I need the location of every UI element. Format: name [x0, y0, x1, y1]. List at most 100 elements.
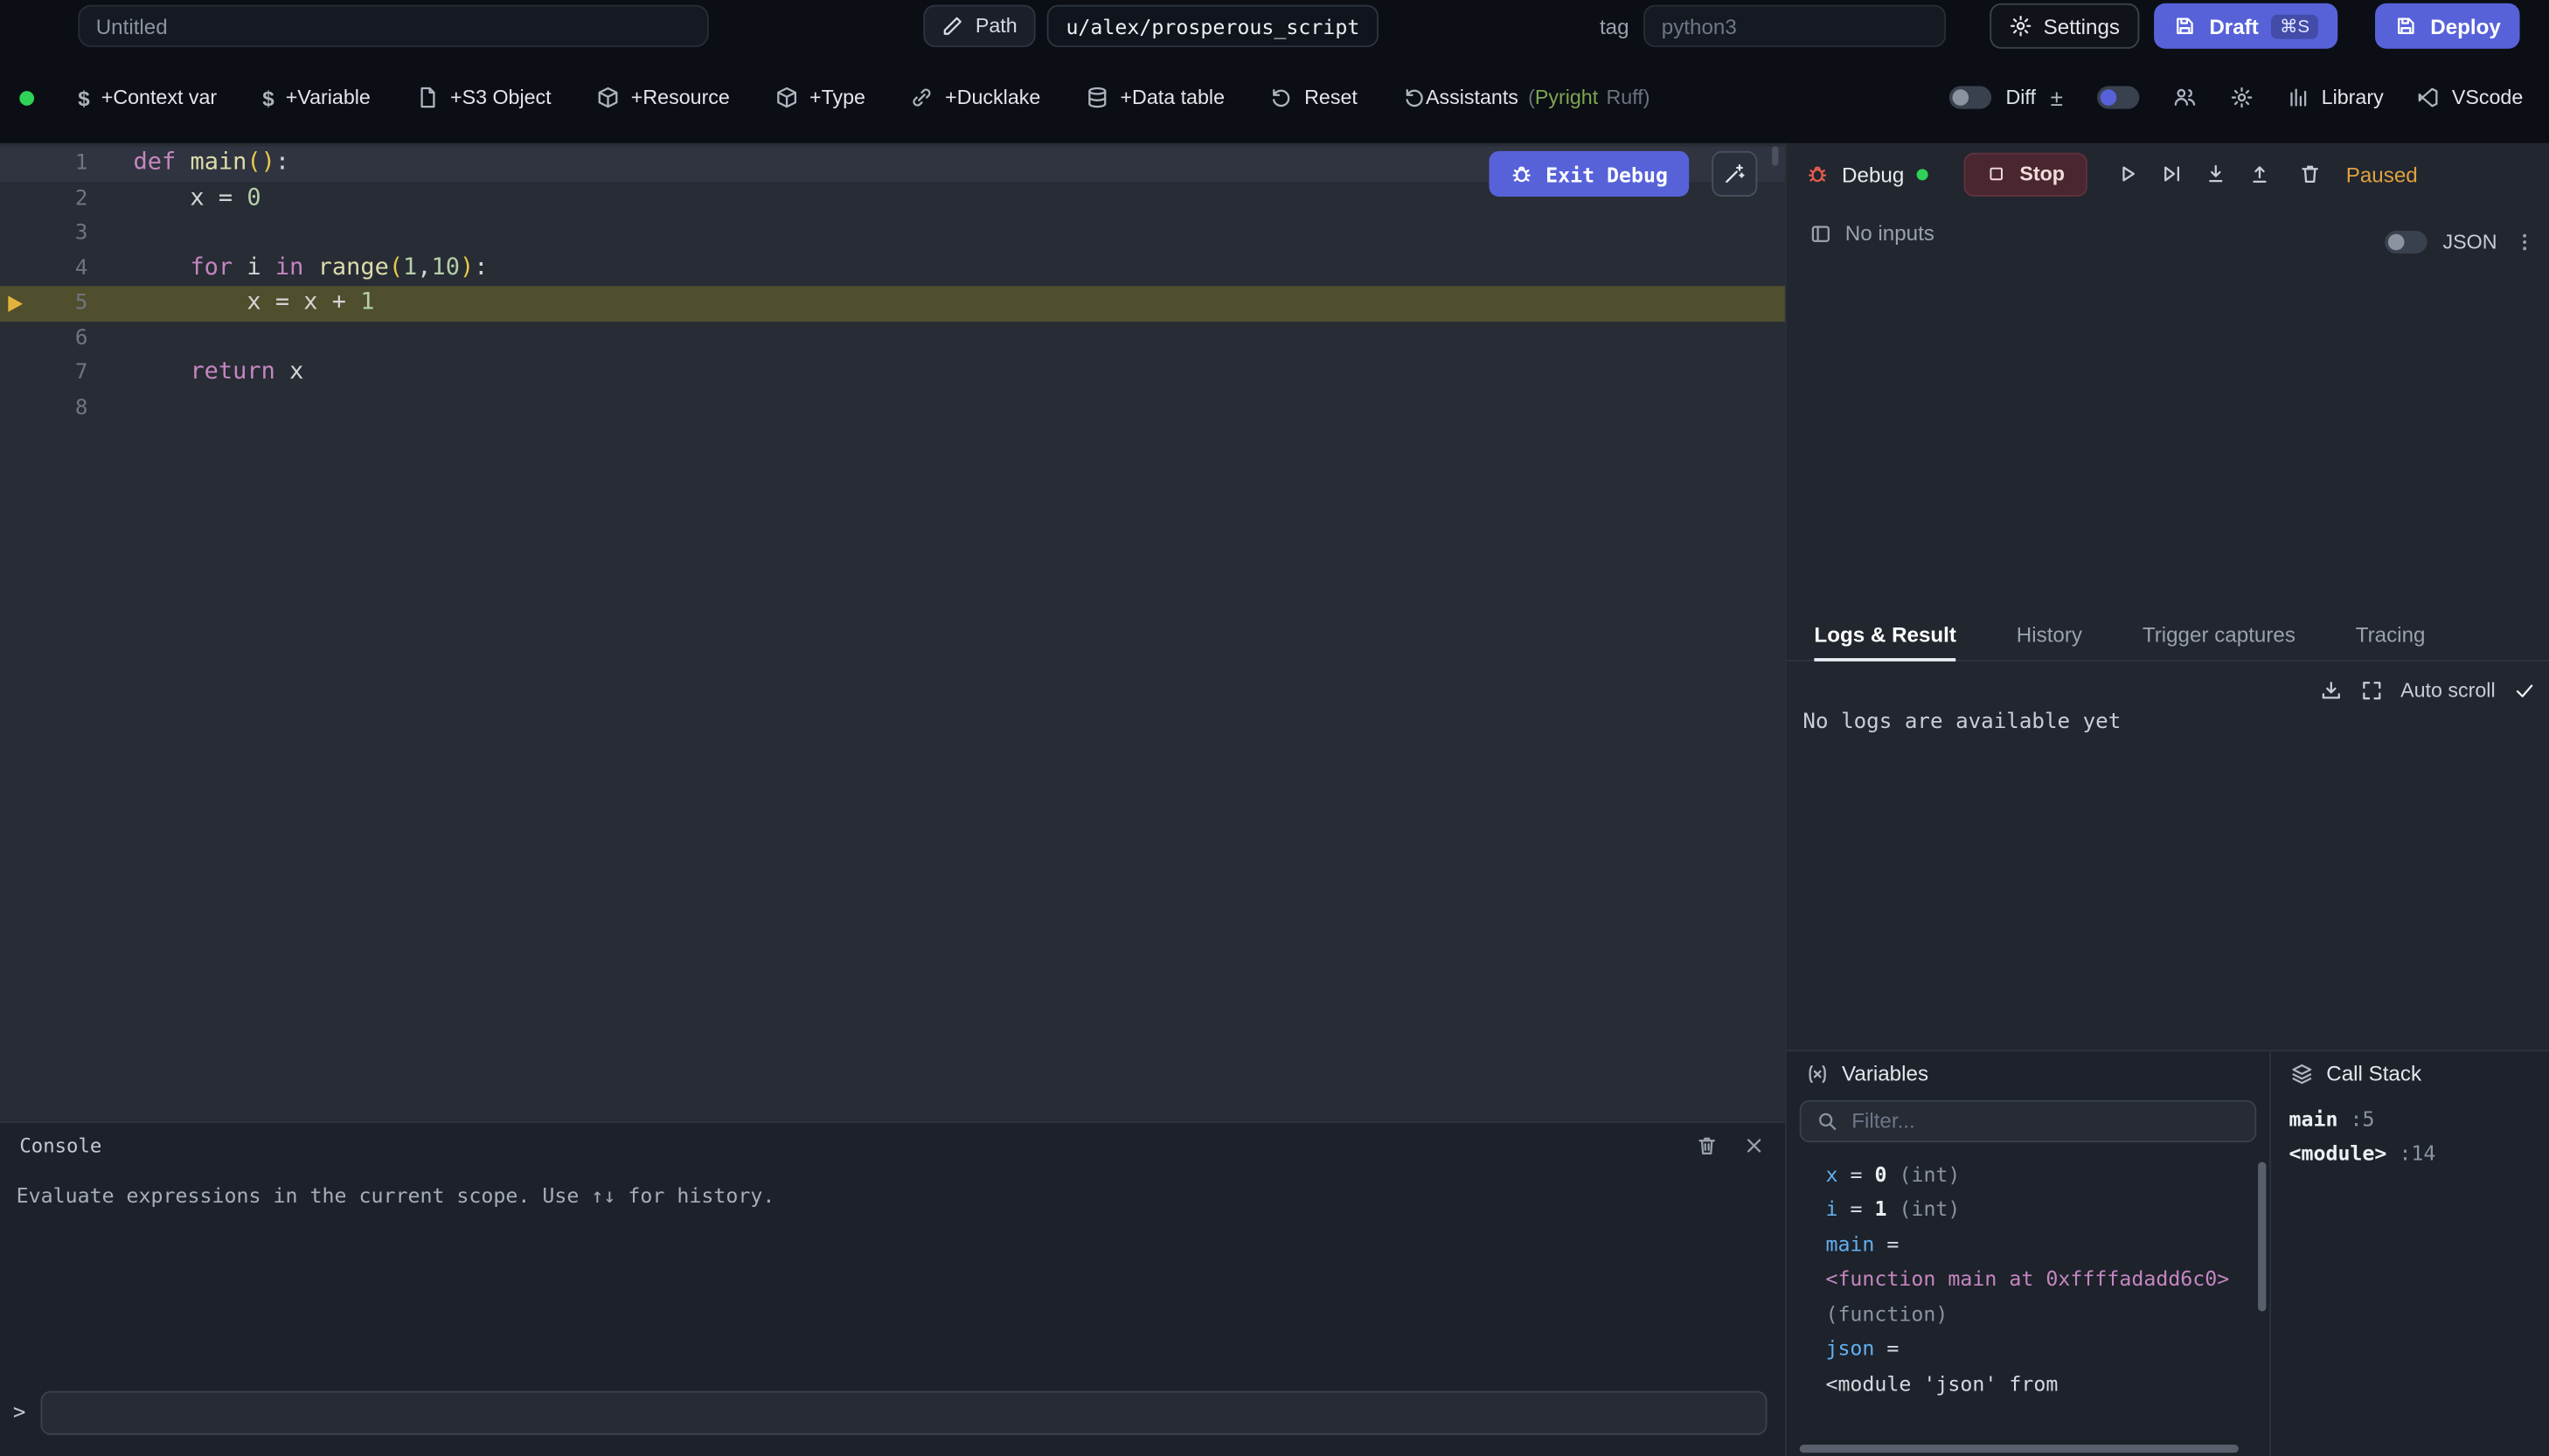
call-stack-header: Call Stack: [2271, 1050, 2549, 1096]
add-ducklake-button[interactable]: +Ducklake: [911, 87, 1040, 109]
settings-gear-button[interactable]: [2231, 87, 2254, 109]
line-number[interactable]: 6: [0, 321, 87, 356]
continue-button[interactable]: [2117, 163, 2140, 185]
add-context-var-button[interactable]: $ +Context var: [78, 86, 217, 110]
assistants-button[interactable]: Assistants (PyrightRuff): [1403, 87, 1650, 109]
tab-history[interactable]: History: [2017, 610, 2082, 659]
call-stack-frame[interactable]: <module> :14: [2289, 1136, 2549, 1171]
expand-icon: [2360, 678, 2383, 701]
console-close-button[interactable]: [1743, 1134, 1766, 1157]
ai-wand-button[interactable]: [1712, 151, 1757, 197]
variables-filter-input[interactable]: [1851, 1108, 2240, 1133]
call-stack-frame[interactable]: main :5: [2289, 1101, 2549, 1136]
tag-input[interactable]: [1643, 5, 1946, 47]
code-line[interactable]: 7 return x: [0, 356, 1785, 391]
line-number[interactable]: 4: [0, 251, 87, 286]
code-line[interactable]: 8: [0, 391, 1785, 426]
path-button[interactable]: Path: [923, 5, 1035, 47]
editor-toolbar: $ +Context var $ +Variable +S3 Object +R…: [0, 52, 2549, 143]
diff-toggle[interactable]: [1948, 87, 1990, 109]
editor-scrollbar[interactable]: [1772, 146, 1778, 165]
variable-row[interactable]: <function main at 0xffffadadd6c0>: [1825, 1261, 2269, 1296]
code-line[interactable]: 6: [0, 321, 1785, 356]
json-toggle[interactable]: [2385, 231, 2427, 253]
add-s3-object-button[interactable]: +S3 Object: [416, 87, 552, 109]
line-number[interactable]: 8: [0, 391, 87, 426]
execution-pointer-icon: [8, 295, 23, 312]
line-number[interactable]: 2: [0, 181, 87, 216]
logs-panel: Auto scroll No logs are available yet: [1787, 661, 2549, 1050]
script-name-input[interactable]: [78, 5, 709, 47]
pencil-icon: [941, 15, 964, 38]
download-logs-button[interactable]: [2319, 678, 2342, 701]
variables-title: Variables: [1842, 1061, 1928, 1085]
add-data-table-button[interactable]: +Data table: [1086, 87, 1225, 109]
debug-transport: [2117, 163, 2272, 185]
reset-icon: [1270, 87, 1293, 109]
gear-icon: [2231, 87, 2254, 109]
library-button[interactable]: Library: [2288, 87, 2384, 109]
console-panel: Console Evaluate expressions in the curr…: [0, 1121, 1785, 1456]
layers-icon: [2290, 1062, 2313, 1085]
topbar: Path u/alex/prosperous_script tag Settin…: [0, 0, 2549, 52]
code-text: [87, 321, 133, 356]
debug-panel: Debug Stop Paused: [1787, 143, 2549, 1456]
reset-button[interactable]: Reset: [1270, 87, 1358, 109]
gear-icon: [2010, 15, 2032, 38]
users-icon: [2173, 87, 2196, 109]
vertical-scrollbar[interactable]: [2258, 1161, 2266, 1311]
code-editor[interactable]: 1def main():2 x = 034 for i in range(1,1…: [0, 143, 1785, 1121]
debug-clear-button[interactable]: [2299, 163, 2322, 185]
vscode-button[interactable]: VScode: [2418, 87, 2523, 109]
deploy-button[interactable]: Deploy: [2375, 3, 2520, 49]
more-options-button[interactable]: [2513, 231, 2536, 253]
stop-button[interactable]: Stop: [1964, 152, 2087, 196]
path-value[interactable]: u/alex/prosperous_script: [1046, 5, 1379, 47]
exit-debug-button[interactable]: Exit Debug: [1489, 151, 1689, 197]
step-into-button[interactable]: [2205, 163, 2227, 185]
horizontal-scrollbar[interactable]: [1800, 1445, 2239, 1453]
settings-button[interactable]: Settings: [1990, 3, 2139, 49]
toolbar-right: Diff ± Library VScode: [1948, 85, 2523, 111]
variable-row[interactable]: json =: [1825, 1331, 2269, 1366]
tab-tracing[interactable]: Tracing: [2356, 610, 2426, 659]
draft-button[interactable]: Draft ⌘S: [2154, 3, 2337, 49]
code-line[interactable]: 5 x = x + 1: [0, 286, 1785, 321]
variable-row[interactable]: (function): [1825, 1296, 2269, 1331]
multiplayer-toggle[interactable]: [2097, 87, 2139, 109]
users-button[interactable]: [2173, 87, 2196, 109]
line-number[interactable]: 3: [0, 216, 87, 251]
add-s3-object-label: +S3 Object: [450, 87, 552, 109]
add-resource-button[interactable]: +Resource: [597, 87, 730, 109]
step-out-button[interactable]: [2248, 163, 2271, 185]
tab-trigger-captures[interactable]: Trigger captures: [2143, 610, 2295, 659]
reset-label: Reset: [1304, 87, 1358, 109]
tag-group: tag: [1600, 5, 1946, 47]
variable-row[interactable]: i = 1 (int): [1825, 1191, 2269, 1226]
variable-row[interactable]: x = 0 (int): [1825, 1156, 2269, 1191]
add-type-label: +Type: [809, 87, 865, 109]
step-over-button[interactable]: [2161, 163, 2184, 185]
path-button-label: Path: [976, 15, 1018, 38]
code-line[interactable]: 4 for i in range(1,10):: [0, 251, 1785, 286]
code-text: x = x + 1: [87, 286, 374, 321]
stop-icon: [1987, 164, 2006, 184]
expand-logs-button[interactable]: [2360, 678, 2383, 701]
line-number[interactable]: 7: [0, 356, 87, 391]
play-to-line-icon: [2161, 163, 2184, 185]
line-number[interactable]: 1: [0, 146, 87, 181]
bug-icon: [1806, 163, 1829, 185]
console-clear-button[interactable]: [1696, 1134, 1719, 1157]
tag-label: tag: [1600, 14, 1629, 38]
code-line[interactable]: 3: [0, 216, 1785, 251]
variable-row[interactable]: <module 'json' from: [1825, 1366, 2269, 1401]
add-type-button[interactable]: +Type: [775, 87, 865, 109]
add-variable-button[interactable]: $ +Variable: [262, 86, 371, 110]
variable-row[interactable]: main =: [1825, 1226, 2269, 1261]
console-title: Console: [19, 1134, 101, 1157]
package-icon: [775, 87, 798, 109]
console-input[interactable]: [40, 1391, 1767, 1435]
auto-scroll-label[interactable]: Auto scroll: [2400, 678, 2496, 701]
play-icon: [2117, 163, 2140, 185]
tab-logs-result[interactable]: Logs & Result: [1814, 610, 1956, 659]
